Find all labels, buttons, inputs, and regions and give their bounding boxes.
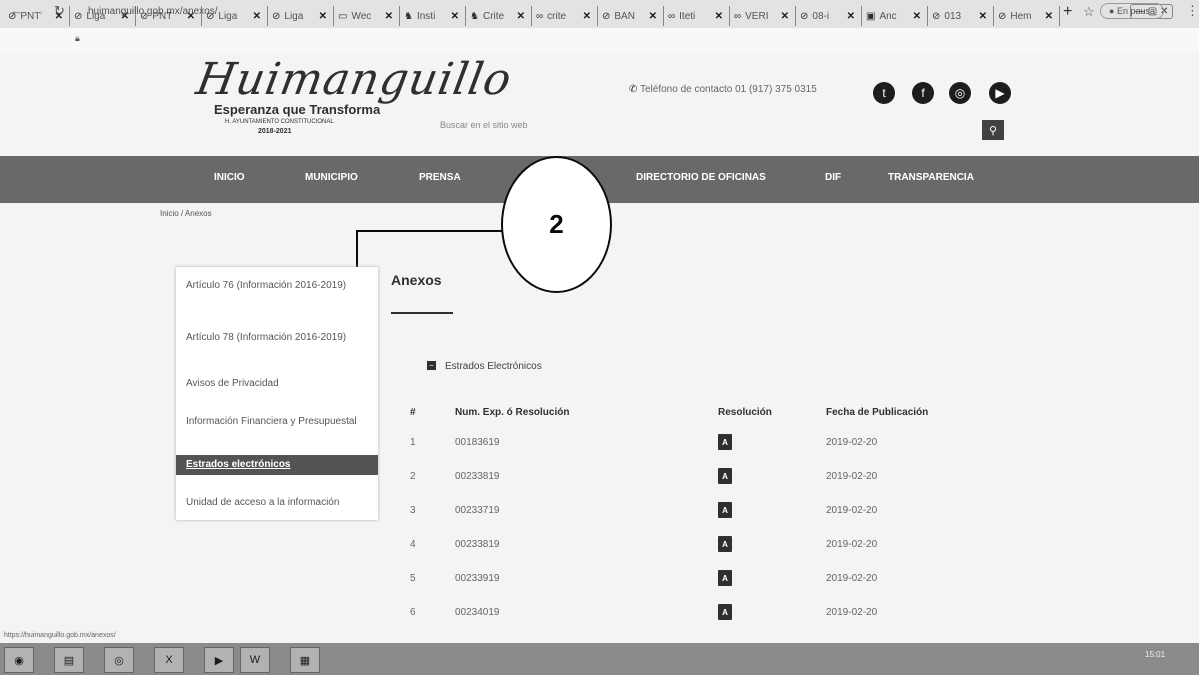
start-icon[interactable]: ◉ — [4, 647, 34, 673]
pdf-icon[interactable]: A — [718, 604, 732, 620]
word-icon[interactable]: W — [240, 647, 270, 673]
title-divider — [391, 312, 453, 314]
pdf-icon[interactable]: A — [718, 434, 732, 450]
section-title[interactable]: Estrados Electrónicos — [445, 361, 542, 372]
pdf-icon[interactable]: A — [718, 536, 732, 552]
row-fecha: 2019-02-20 — [826, 607, 878, 618]
row-fecha: 2019-02-20 — [826, 539, 878, 550]
row-expediente: 00233819 — [455, 539, 500, 550]
row-number: 3 — [410, 505, 416, 516]
app-icon[interactable]: ▦ — [290, 647, 320, 673]
sidebar-item-estrados[interactable]: Estrados electrónicos — [176, 455, 378, 475]
row-number: 1 — [410, 437, 416, 448]
row-expediente: 00234019 — [455, 607, 500, 618]
row-number: 2 — [410, 471, 416, 482]
media-icon[interactable]: ▶ — [204, 647, 234, 673]
row-fecha: 2019-02-20 — [826, 573, 878, 584]
pdf-icon[interactable]: A — [718, 502, 732, 518]
excel-icon[interactable]: X — [154, 647, 184, 673]
status-bar-url: https://huimanguillo.gob.mx/anexos/ — [0, 631, 120, 640]
row-expediente: 00183619 — [455, 437, 500, 448]
annotation-circle: 2 — [501, 156, 612, 293]
column-header-resolucion: Resolución — [718, 407, 772, 418]
pdf-icon[interactable]: A — [718, 468, 732, 484]
sidebar-item-articulo-78[interactable]: Artículo 78 (Información 2016-2019) — [176, 331, 378, 365]
column-header-num: # — [410, 407, 416, 418]
row-number: 6 — [410, 607, 416, 618]
row-expediente: 00233819 — [455, 471, 500, 482]
row-fecha: 2019-02-20 — [826, 505, 878, 516]
folder-icon[interactable]: ▤ — [54, 647, 84, 673]
row-fecha: 2019-02-20 — [826, 471, 878, 482]
sidebar: Artículo 76 (Información 2016-2019) Artí… — [176, 267, 378, 520]
page-title: Anexos — [391, 272, 442, 288]
taskbar-clock: 15:01 — [1145, 650, 1166, 659]
column-header-fecha: Fecha de Publicación — [826, 407, 929, 418]
row-expediente: 00233719 — [455, 505, 500, 516]
sidebar-item-avisos[interactable]: Avisos de Privacidad — [176, 377, 378, 397]
sidebar-item-unidad-acceso[interactable]: Unidad de acceso a la información — [176, 496, 378, 512]
row-fecha: 2019-02-20 — [826, 437, 878, 448]
row-number: 4 — [410, 539, 416, 550]
collapse-icon[interactable]: − — [427, 361, 436, 370]
chrome-icon[interactable]: ◎ — [104, 647, 134, 673]
row-expediente: 00233919 — [455, 573, 500, 584]
sidebar-item-articulo-76[interactable]: Artículo 76 (Información 2016-2019) — [176, 279, 378, 313]
pdf-icon[interactable]: A — [718, 570, 732, 586]
row-number: 5 — [410, 573, 416, 584]
sidebar-item-informacion-financiera[interactable]: Información Financiera y Presupuestal — [176, 415, 378, 445]
column-header-expediente: Num. Exp. ó Resolución — [455, 407, 570, 418]
